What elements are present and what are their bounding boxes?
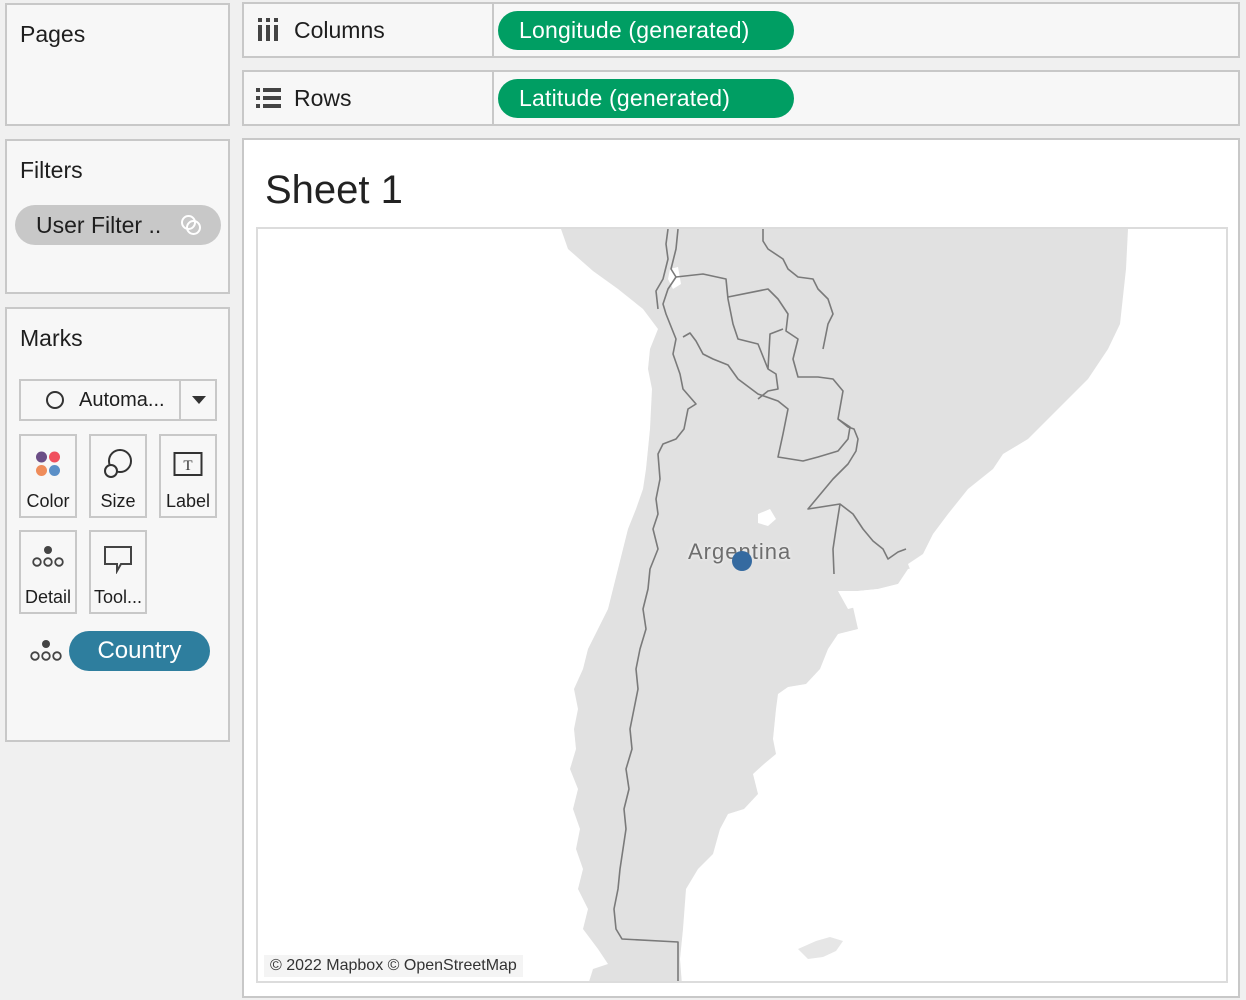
linked-rings-icon <box>181 215 201 235</box>
filters-card[interactable]: Filters User Filter .. <box>5 139 230 294</box>
label-label: Label <box>165 491 211 511</box>
latitude-pill-label: Latitude (generated) <box>519 85 731 111</box>
svg-text:T: T <box>183 458 192 474</box>
map-attribution[interactable]: © 2022 Mapbox © OpenStreetMap <box>264 955 523 977</box>
land-mass <box>561 229 1128 981</box>
latitude-pill[interactable]: Latitude (generated) <box>498 79 794 118</box>
rows-label: Rows <box>294 85 352 111</box>
chevron-down-icon[interactable] <box>192 396 206 404</box>
pages-title: Pages <box>20 21 86 47</box>
country-field-pill[interactable]: Country <box>69 631 210 671</box>
columns-label: Columns <box>294 17 385 43</box>
rows-shelf[interactable]: Rows Latitude (generated) <box>242 70 1240 126</box>
marks-title: Marks <box>20 325 83 351</box>
marks-field-row: Country <box>29 631 219 671</box>
rows-icon <box>256 88 281 108</box>
falkland-islands <box>798 937 843 959</box>
color-dots-icon <box>36 451 60 476</box>
size-label: Size <box>100 491 136 511</box>
pages-card[interactable]: Pages <box>5 3 230 126</box>
dropdown-divider <box>179 381 181 419</box>
longitude-pill[interactable]: Longitude (generated) <box>498 11 794 50</box>
mark-type-label: Automa... <box>79 388 165 411</box>
tooltip-button[interactable]: Tool... <box>89 530 147 614</box>
user-filter-pill[interactable]: User Filter .. <box>15 205 221 245</box>
basemap <box>561 229 1128 981</box>
size-circles-icon <box>104 449 132 478</box>
detail-label: Detail <box>24 587 72 607</box>
shelf-divider <box>492 72 494 124</box>
tooltip-bubble-icon <box>104 546 132 574</box>
label-button[interactable]: T Label <box>159 434 217 518</box>
shelf-divider <box>492 4 494 56</box>
detail-dots-icon <box>32 546 64 567</box>
text-label-icon: T <box>173 452 203 476</box>
sheet-view: Sheet 1 © 2022 Mapbox © OpenStreetMap <box>242 138 1240 998</box>
country-field-label: Country <box>97 637 182 664</box>
mark-type-dropdown[interactable]: Automa... <box>19 379 217 421</box>
map-view[interactable]: Argentina © 2022 Mapbox © OpenStreetMap <box>256 227 1228 983</box>
sheet-title[interactable]: Sheet 1 <box>265 168 403 213</box>
longitude-pill-label: Longitude (generated) <box>519 17 750 43</box>
tooltip-label: Tool... <box>93 587 143 607</box>
color-button[interactable]: Color <box>19 434 77 518</box>
size-button[interactable]: Size <box>89 434 147 518</box>
map-mark-argentina[interactable] <box>732 551 752 571</box>
columns-shelf[interactable]: Columns Longitude (generated) <box>242 2 1240 58</box>
user-filter-label: User Filter .. <box>36 211 162 238</box>
columns-icon <box>258 18 278 41</box>
marks-card: Marks Automa... Color Size T Label Detai… <box>5 307 230 742</box>
filters-title: Filters <box>20 157 83 183</box>
color-label: Color <box>26 491 70 511</box>
circle-outline-icon <box>46 391 64 409</box>
detail-dots-icon <box>30 640 62 661</box>
detail-button[interactable]: Detail <box>19 530 77 614</box>
